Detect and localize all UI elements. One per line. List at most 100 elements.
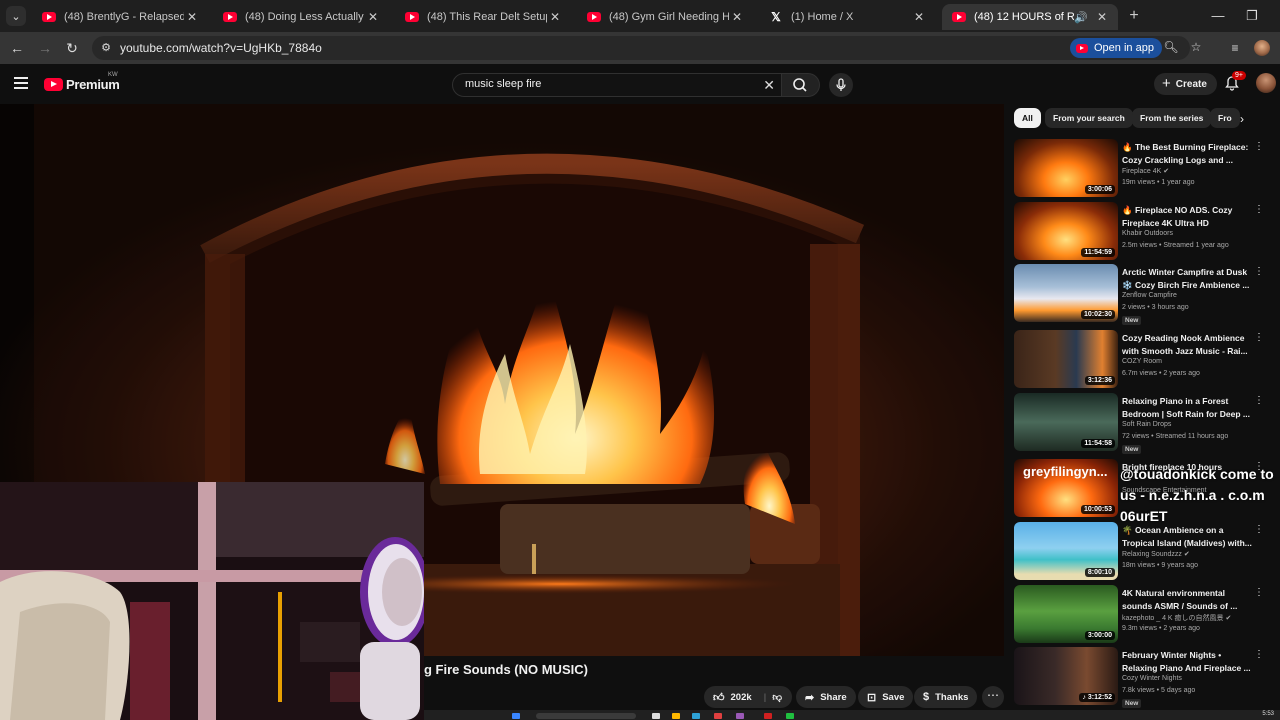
more-vert-icon[interactable]: ⋮	[1254, 332, 1264, 343]
channel-name[interactable]: Zenflow Campfire	[1122, 292, 1177, 299]
close-icon[interactable]: ✕	[1094, 10, 1110, 24]
app-icon[interactable]	[736, 713, 744, 719]
channel-name[interactable]: Soft Rain Drops	[1122, 421, 1171, 428]
video-thumbnail[interactable]: 3:00:00	[1014, 585, 1118, 643]
more-vert-icon[interactable]: ⋮	[1254, 587, 1264, 598]
windows-start-icon[interactable]	[512, 713, 520, 719]
like-button[interactable]: 👍︎ 202k | 👎︎	[704, 686, 792, 708]
thanks-button[interactable]: $ Thanks	[914, 686, 978, 708]
suggested-video-title[interactable]: 4K Natural environmental sounds ASMR / S…	[1122, 587, 1252, 612]
channel-name[interactable]: COZY Room	[1122, 358, 1162, 365]
media-control-icon[interactable]: ≡	[1226, 39, 1244, 57]
avatar[interactable]	[1256, 73, 1276, 93]
more-vert-icon[interactable]: ⋮	[1254, 649, 1264, 660]
reload-icon[interactable]: ↻	[63, 39, 81, 57]
tab-search-icon[interactable]: ⌄	[6, 6, 26, 26]
close-icon[interactable]: ✕	[911, 10, 927, 24]
suggested-video[interactable]: 11:54:59 🔥 Fireplace NO ADS. Cozy Firepl…	[1014, 202, 1276, 262]
file-explorer-icon[interactable]	[672, 713, 680, 719]
zoom-icon[interactable]: 🔍︎	[1163, 40, 1179, 54]
channel-name[interactable]: Cozy Winter Nights	[1122, 675, 1182, 682]
video-thumbnail[interactable]: ♪ 3:12:52	[1014, 647, 1118, 705]
channel-name[interactable]: Relaxing Soundzzz ✔	[1122, 550, 1190, 558]
browser-tab[interactable]: (48) Gym Girl Needing Help - Yo ✕	[577, 4, 753, 30]
youtube-logo[interactable]: Premium	[44, 77, 120, 92]
more-vert-icon[interactable]: ⋮	[1254, 266, 1264, 277]
video-thumbnail[interactable]: 11:54:58	[1014, 393, 1118, 451]
suggested-video-title[interactable]: Arctic Winter Campfire at Dusk ❄️ Cozy B…	[1122, 266, 1252, 291]
share-button[interactable]: ➦ Share	[796, 686, 856, 708]
chip-all[interactable]: All	[1014, 108, 1041, 128]
save-button[interactable]: ⊡ Save	[858, 686, 914, 708]
browser-tab[interactable]: (48) This Rear Delt Setup Chang ✕	[395, 4, 571, 30]
video-thumbnail[interactable]: 8:00:10	[1014, 522, 1118, 580]
more-vert-icon[interactable]: ⋮	[1254, 204, 1264, 215]
edge-icon[interactable]	[692, 713, 700, 719]
voice-search-button[interactable]	[829, 73, 853, 97]
speaker-icon[interactable]: 🔊	[1074, 11, 1088, 24]
suggested-video[interactable]: 11:54:58 Relaxing Piano in a Forest Bedr…	[1014, 393, 1276, 454]
video-thumbnail[interactable]: 11:54:59	[1014, 202, 1118, 260]
suggested-video-title[interactable]: Cozy Reading Nook Ambience with Smooth J…	[1122, 332, 1252, 357]
more-vert-icon[interactable]: ⋮	[1254, 141, 1264, 152]
suggested-video-title[interactable]: Relaxing Piano in a Forest Bedroom | Sof…	[1122, 395, 1252, 420]
close-icon[interactable]: ✕	[547, 10, 563, 24]
suggested-video[interactable]: 3:00:00 4K Natural environmental sounds …	[1014, 585, 1276, 645]
suggested-video[interactable]: ♪ 3:12:52 February Winter Nights • Relax…	[1014, 647, 1276, 708]
youtube-icon	[223, 12, 237, 22]
channel-name[interactable]: Khabir Outdoors	[1122, 230, 1173, 237]
close-icon[interactable]: ✕	[184, 10, 200, 24]
back-icon[interactable]: ←	[8, 39, 26, 57]
more-actions-icon[interactable]: ⋯	[982, 686, 1004, 708]
chrome-icon[interactable]	[714, 713, 722, 719]
create-button[interactable]: + Create	[1154, 73, 1217, 95]
suggested-video[interactable]: 10:02:30 Arctic Winter Campfire at Dusk …	[1014, 264, 1276, 325]
app-icon[interactable]	[786, 713, 794, 719]
browser-profile-avatar[interactable]	[1254, 40, 1270, 56]
search-box[interactable]: ✕	[452, 73, 782, 97]
close-icon[interactable]: ✕	[365, 10, 381, 24]
chevron-right-icon[interactable]: ›	[1240, 112, 1244, 126]
close-icon[interactable]: ✕	[729, 10, 745, 24]
browser-tab-active[interactable]: (48) 12 HOURS of Relaxing 🔊 ✕	[942, 4, 1118, 30]
forward-icon[interactable]: →	[36, 39, 54, 57]
video-thumbnail[interactable]: 3:12:36	[1014, 330, 1118, 388]
suggested-video[interactable]: 3:00:06 🔥 The Best Burning Fireplace: Co…	[1014, 139, 1276, 199]
youtube-icon	[42, 12, 56, 22]
taskbar-search[interactable]	[536, 713, 636, 719]
url-text[interactable]: youtube.com/watch?v=UgHKb_7884o	[120, 41, 322, 55]
youtube-icon	[44, 78, 63, 91]
thumbs-down-icon[interactable]: 👎︎	[772, 691, 782, 703]
os-taskbar: 5:53	[424, 710, 1280, 720]
suggested-video-title[interactable]: 🔥 Fireplace NO ADS. Cozy Fireplace 4K Ul…	[1122, 204, 1252, 229]
search-button[interactable]	[782, 73, 820, 97]
chip-from-the-series[interactable]: From the series	[1132, 108, 1212, 128]
channel-name[interactable]: kazephoto _ 4 K 癒しの自然風景 ✔	[1122, 613, 1231, 623]
task-view-icon[interactable]	[652, 713, 660, 719]
open-in-app-button[interactable]: Open in app	[1070, 38, 1162, 58]
suggested-video-title[interactable]: 🔥 The Best Burning Fireplace: Cozy Crack…	[1122, 141, 1252, 166]
clear-search-icon[interactable]: ✕	[763, 78, 775, 92]
chip-more[interactable]: Fro	[1210, 108, 1240, 128]
browser-tab[interactable]: (48) Doing Less Actually Gets Yo ✕	[213, 4, 389, 30]
minimize-icon[interactable]: —	[1208, 8, 1228, 23]
video-thumbnail[interactable]: 3:00:06	[1014, 139, 1118, 197]
site-info-icon[interactable]: ⚙	[98, 40, 114, 56]
restore-icon[interactable]: ❐	[1242, 8, 1262, 24]
video-thumbnail[interactable]: 10:02:30	[1014, 264, 1118, 322]
suggested-video[interactable]: 8:00:10 🌴 Ocean Ambience on a Tropical I…	[1014, 522, 1276, 582]
more-vert-icon[interactable]: ⋮	[1254, 395, 1264, 406]
search-input[interactable]	[463, 77, 747, 91]
browser-tab[interactable]: (48) BrentlyG - Relapsed. - YouT ✕	[32, 4, 208, 30]
suggested-video[interactable]: 3:12:36 Cozy Reading Nook Ambience with …	[1014, 330, 1276, 390]
chip-from-your-search[interactable]: From your search	[1045, 108, 1133, 128]
browser-tab[interactable]: 𝕏 (1) Home / X ✕	[759, 4, 935, 30]
address-bar[interactable]: ⚙ youtube.com/watch?v=UgHKb_7884o Open i…	[92, 36, 1201, 60]
menu-icon[interactable]	[14, 77, 28, 89]
bookmark-star-icon[interactable]: ☆	[1188, 40, 1204, 54]
channel-name[interactable]: Fireplace 4K ✔	[1122, 167, 1169, 175]
app-icon[interactable]	[764, 713, 772, 719]
new-tab-icon[interactable]: +	[1126, 8, 1142, 24]
suggested-video-title[interactable]: February Winter Nights • Relaxing Piano …	[1122, 649, 1252, 674]
suggested-video-title[interactable]: 🌴 Ocean Ambience on a Tropical Island (M…	[1122, 524, 1252, 549]
